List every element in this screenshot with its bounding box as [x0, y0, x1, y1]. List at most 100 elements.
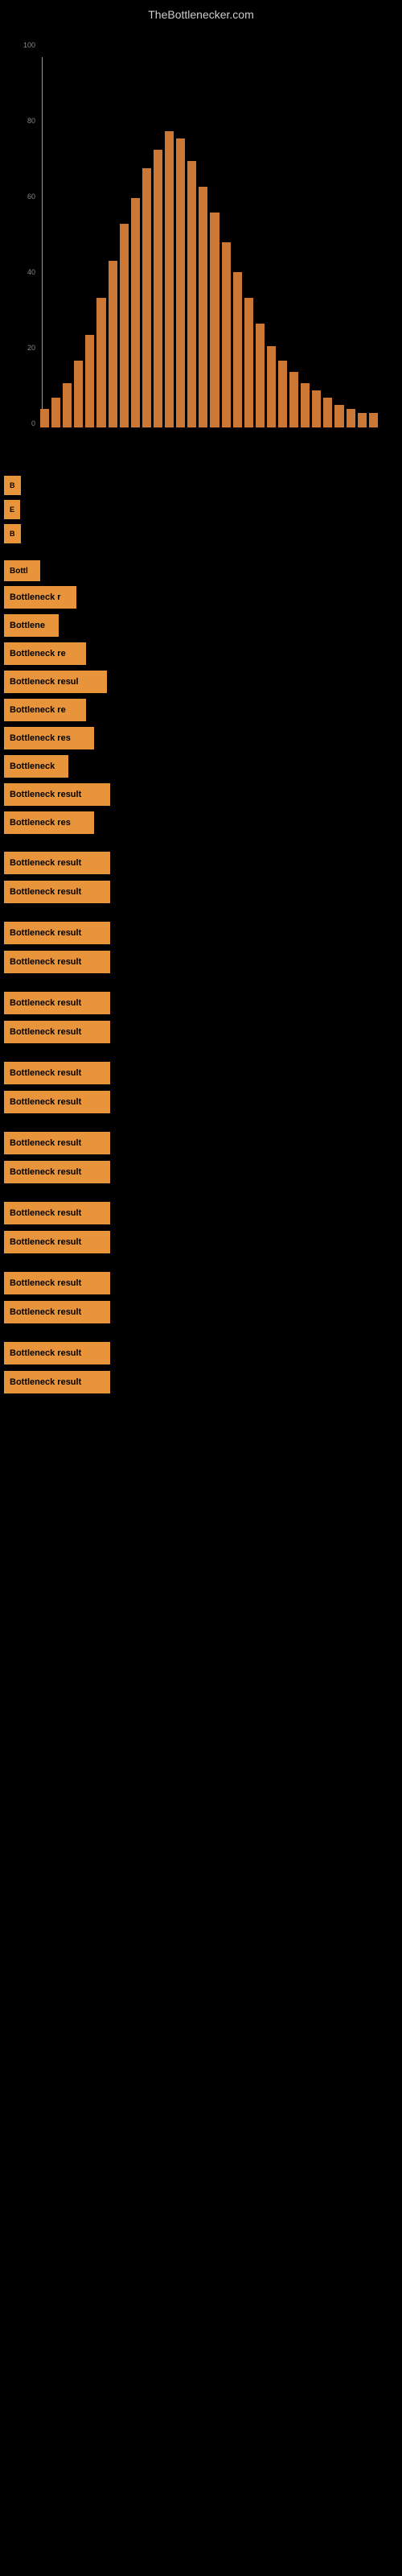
spacer-8	[4, 1330, 398, 1342]
result-row: B	[4, 476, 398, 495]
chart-bar-7	[120, 224, 129, 427]
chart-bar-28	[358, 413, 367, 427]
result-fill-area	[110, 1272, 398, 1294]
result-label-box: Bottl	[4, 560, 40, 581]
chart-bar-13	[187, 161, 196, 427]
chart-bar-20	[267, 346, 276, 427]
chart-bar-5	[96, 298, 105, 427]
chart-bar-11	[165, 131, 174, 427]
spacer-3	[4, 980, 398, 992]
result-label-box: B	[4, 476, 21, 495]
result-row: Bottleneck result	[4, 881, 398, 903]
bottleneck-result-20: Bottleneck result	[4, 1202, 110, 1224]
result-fill-area	[86, 642, 398, 665]
chart-bar-18	[244, 298, 253, 427]
bottleneck-result-18: Bottleneck result	[4, 1132, 110, 1154]
chart-bar-22	[289, 372, 298, 427]
chart-bar-14	[199, 187, 207, 427]
site-title: TheBottlenecker.com	[0, 0, 402, 25]
bottleneck-result-21: Bottleneck result	[4, 1231, 110, 1253]
result-fill-area	[110, 1091, 398, 1113]
result-fill-area	[110, 1132, 398, 1154]
result-row: Bottlene	[4, 614, 398, 637]
result-row: Bottleneck result	[4, 1231, 398, 1253]
result-row: Bottleneck result	[4, 1161, 398, 1183]
result-row: Bottleneck res	[4, 811, 398, 834]
spacer-6	[4, 1190, 398, 1202]
chart-bar-24	[312, 390, 321, 427]
result-fill-area	[20, 500, 398, 519]
bottleneck-result-24: Bottleneck result	[4, 1342, 110, 1364]
chart-bars	[40, 57, 378, 427]
chart-bar-6	[109, 261, 117, 427]
bottleneck-result-11: Bottleneck result	[4, 881, 110, 903]
result-row: B	[4, 524, 398, 543]
result-fill-area	[110, 881, 398, 903]
spacer-mid	[4, 840, 398, 852]
spacer-7	[4, 1260, 398, 1272]
chart-bar-3	[74, 361, 83, 427]
chart-bar-17	[233, 272, 242, 427]
result-row: Bottleneck result	[4, 1132, 398, 1154]
result-row: Bottleneck result	[4, 1272, 398, 1294]
result-fill-area	[110, 951, 398, 973]
result-fill-area	[110, 922, 398, 944]
result-fill-area	[68, 755, 398, 778]
results-container: B E B Bottl Bottleneck r Bottlene Bottle…	[0, 476, 402, 1393]
chart-bar-12	[176, 138, 185, 427]
result-row: Bottleneck result	[4, 1091, 398, 1113]
chart-bar-4	[85, 335, 94, 427]
chart-bar-2	[63, 383, 72, 427]
axis-label-20: 20	[27, 344, 35, 352]
result-fill-area	[110, 992, 398, 1014]
bottleneck-result-13: Bottleneck result	[4, 951, 110, 973]
result-row: Bottleneck re	[4, 699, 398, 721]
result-fill-area	[110, 1202, 398, 1224]
result-label-box: E	[4, 500, 20, 519]
result-fill-area	[86, 699, 398, 721]
result-fill-area	[107, 671, 398, 693]
chart-bar-23	[301, 383, 310, 427]
bottleneck-result-8: Bottleneck result	[4, 783, 110, 806]
bottleneck-result-1: Bottleneck r	[4, 586, 76, 609]
result-fill-area	[110, 1342, 398, 1364]
bottleneck-result-14: Bottleneck result	[4, 992, 110, 1014]
result-row: Bottleneck result	[4, 922, 398, 944]
result-row: Bottleneck result	[4, 852, 398, 874]
chart-bar-27	[347, 409, 355, 427]
chart-bar-0	[40, 409, 49, 427]
result-row: Bottleneck result	[4, 992, 398, 1014]
result-fill-area	[110, 852, 398, 874]
bottleneck-result-17: Bottleneck result	[4, 1091, 110, 1113]
bottleneck-result-6: Bottleneck res	[4, 727, 94, 749]
result-row: Bottleneck result	[4, 1202, 398, 1224]
result-fill-area	[110, 1062, 398, 1084]
chart-bar-19	[256, 324, 265, 427]
result-fill-area	[110, 783, 398, 806]
result-fill-area	[110, 1371, 398, 1393]
bottleneck-result-7: Bottleneck	[4, 755, 68, 778]
result-row: Bottleneck	[4, 755, 398, 778]
result-row: Bottleneck result	[4, 1301, 398, 1323]
result-row: Bottleneck r	[4, 586, 398, 609]
bottleneck-result-23: Bottleneck result	[4, 1301, 110, 1323]
spacer-4	[4, 1050, 398, 1062]
bottleneck-result-15: Bottleneck result	[4, 1021, 110, 1043]
axis-label-80: 80	[27, 117, 35, 125]
bottleneck-result-4: Bottleneck resul	[4, 671, 107, 693]
result-row: Bottl	[4, 560, 398, 581]
result-fill-area	[21, 524, 399, 543]
result-row: Bottleneck result	[4, 783, 398, 806]
result-fill-area	[94, 727, 398, 749]
chart-bar-8	[131, 198, 140, 427]
result-fill-area	[59, 614, 398, 637]
bottleneck-result-19: Bottleneck result	[4, 1161, 110, 1183]
spacer-5	[4, 1120, 398, 1132]
chart-bar-29	[369, 413, 378, 427]
chart-axis-left: 100 80 60 40 20 0	[16, 41, 39, 427]
result-fill-area	[110, 1161, 398, 1183]
result-fill-area	[40, 560, 398, 581]
bottleneck-result-5: Bottleneck re	[4, 699, 86, 721]
bottleneck-result-2: Bottlene	[4, 614, 59, 637]
chart-bar-26	[334, 405, 343, 427]
